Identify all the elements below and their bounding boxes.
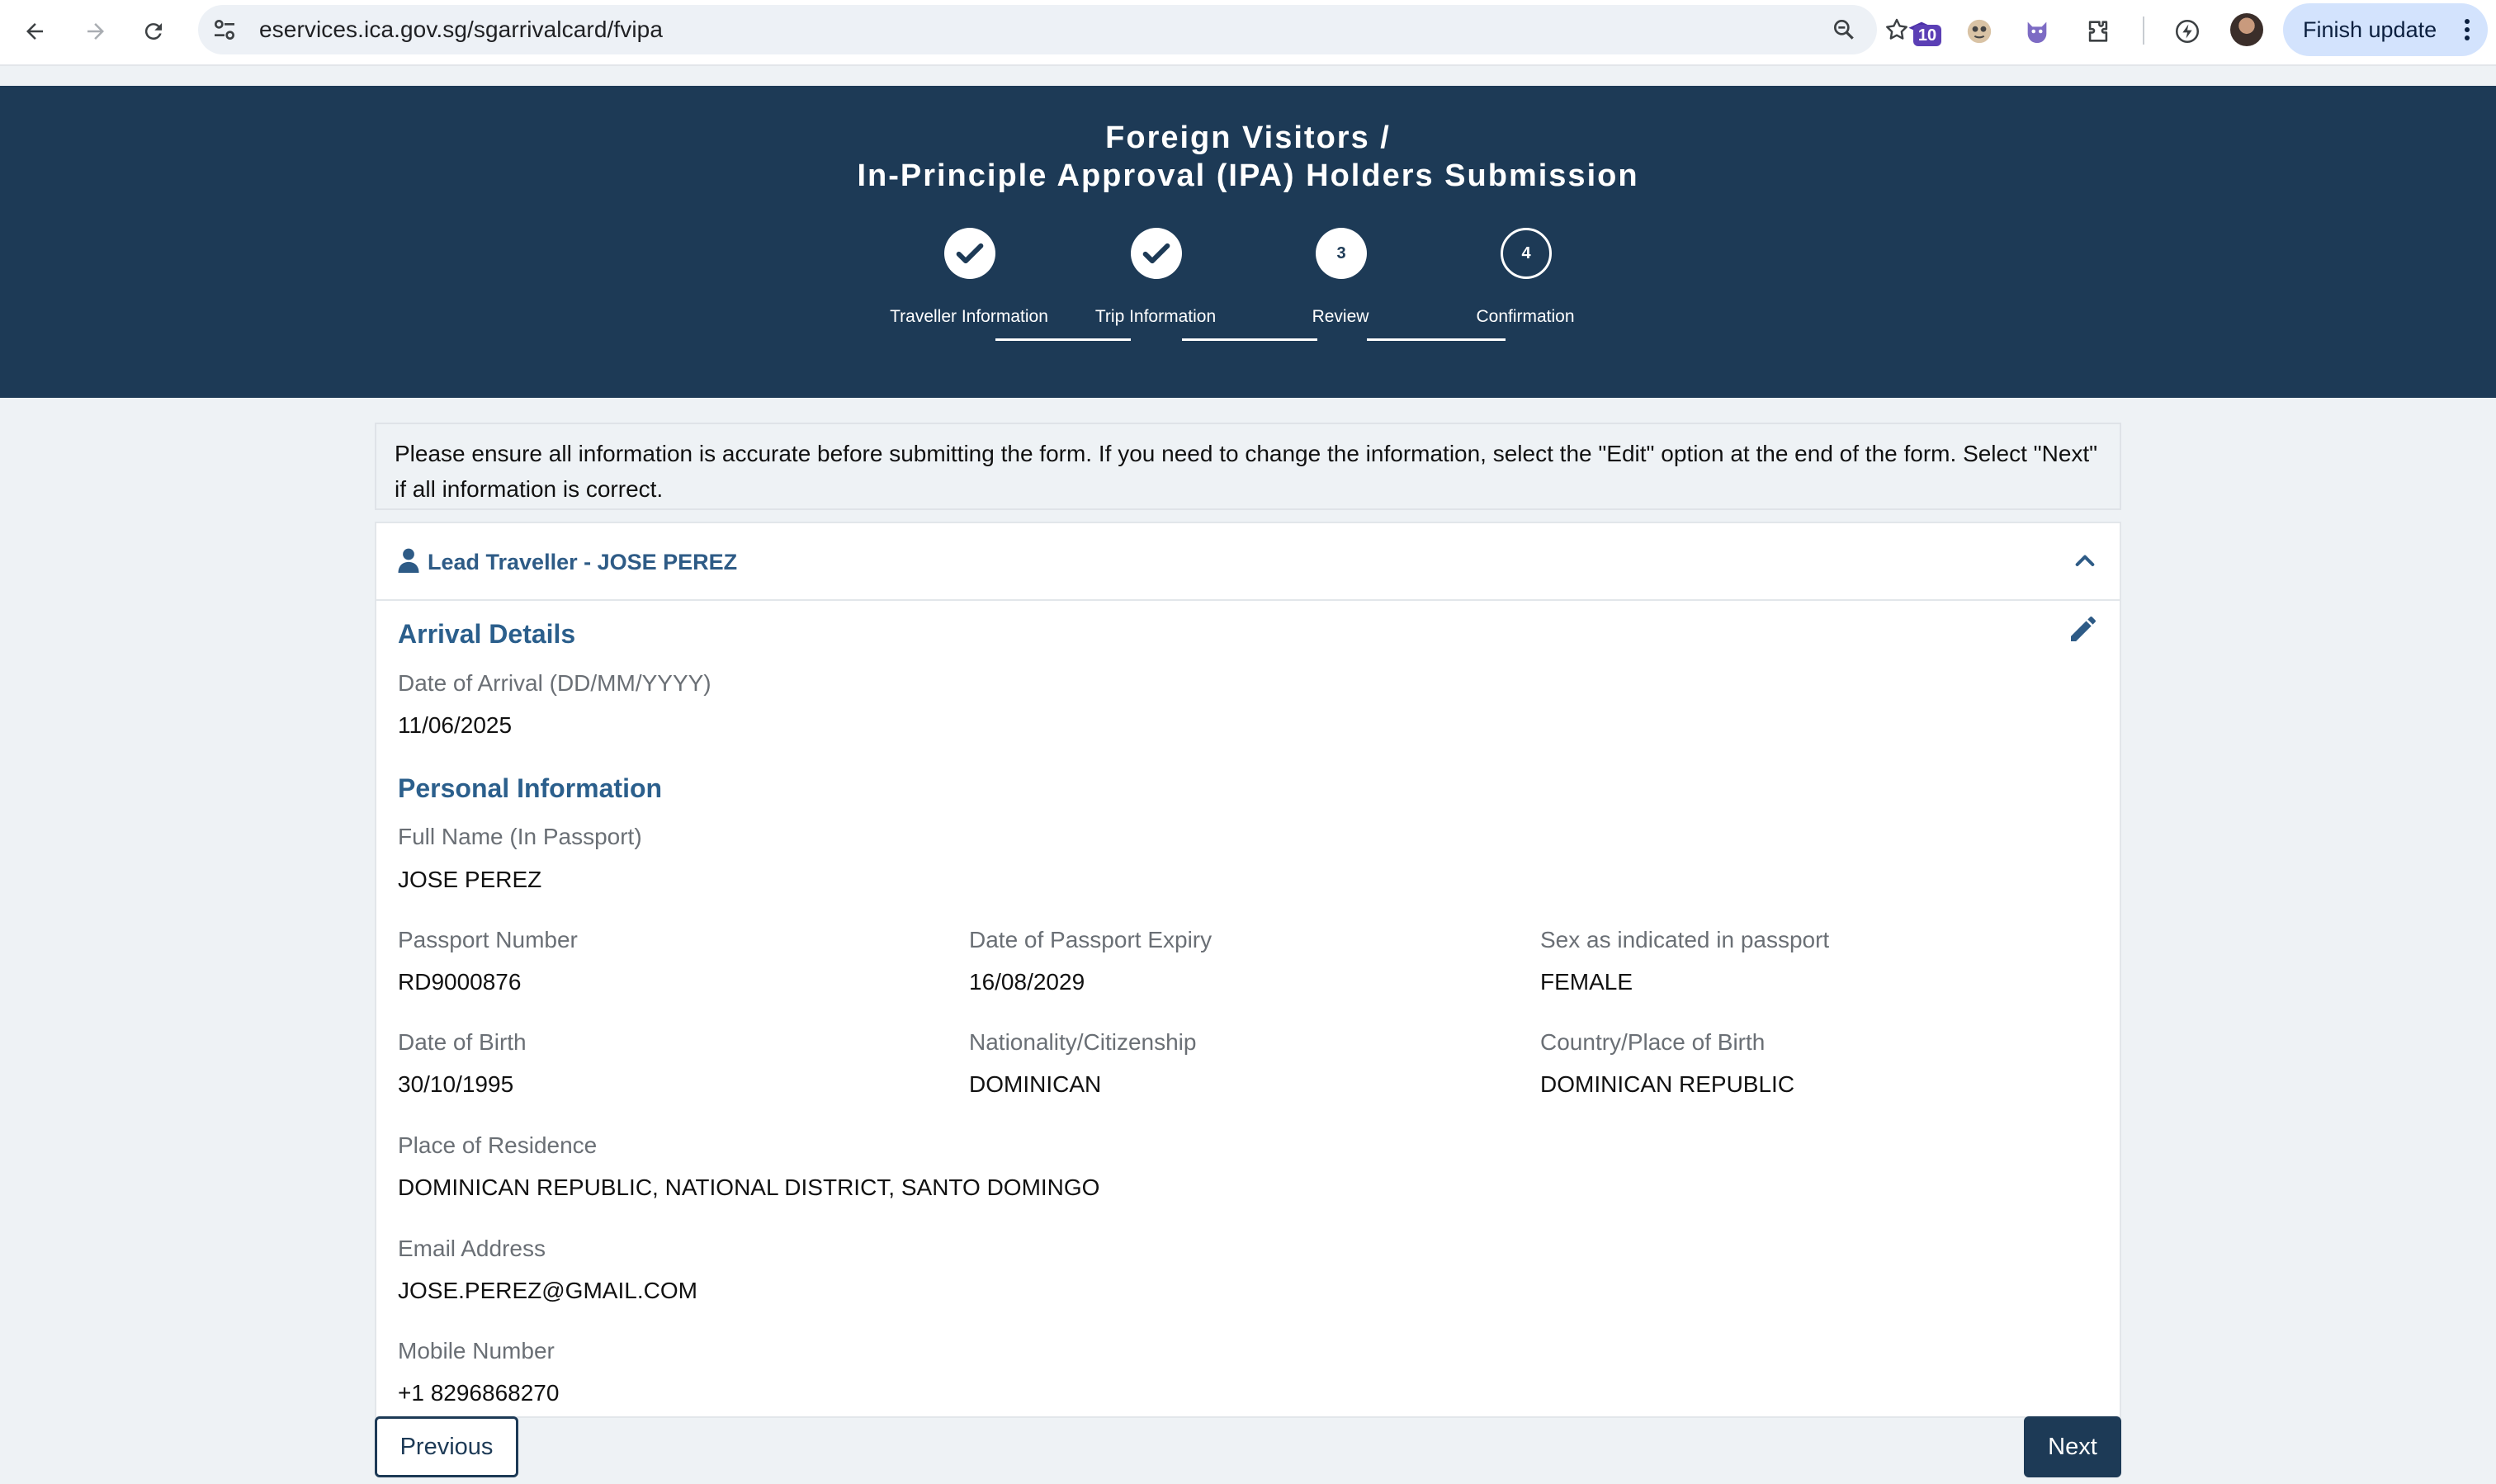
reload-icon (144, 23, 162, 40)
email-value: JOSE.PEREZ@GMAIL.COM (398, 1278, 697, 1303)
birth-place-value: DOMINICAN REPUBLIC (1540, 1071, 1795, 1097)
nationality-label: Nationality/Citizenship (969, 1029, 1197, 1055)
checkmark-icon (956, 243, 984, 264)
residence-label: Place of Residence (398, 1132, 598, 1158)
page-title-line1: Foreign Visitors / (1105, 121, 1391, 155)
finish-update-label: Finish update (2303, 17, 2437, 42)
email-label: Email Address (398, 1236, 546, 1261)
step-4-label: Confirmation (1476, 307, 1575, 326)
full-name-label: Full Name (In Passport) (398, 824, 642, 849)
nationality-value: DOMINICAN (969, 1071, 1102, 1097)
passport-expiry-label: Date of Passport Expiry (969, 927, 1213, 952)
more-vert-icon (2465, 19, 2470, 40)
sex-label: Sex as indicated in passport (1540, 927, 1830, 952)
dob-label: Date of Birth (398, 1029, 527, 1055)
dob-value: 30/10/1995 (398, 1071, 514, 1097)
stepper-connector (1367, 338, 1506, 341)
address-bar[interactable]: eservices.ica.gov.sg/sgarrivalcard/fvipa (198, 5, 1907, 54)
full-name-value: JOSE PEREZ (398, 867, 542, 892)
zoom-icon[interactable] (1831, 17, 1857, 43)
page-title-line2: In-Principle Approval (IPA) Holders Subm… (857, 158, 1639, 193)
stepper-connector (995, 338, 1131, 341)
passport-number-value: RD9000876 (398, 969, 522, 995)
url-text[interactable]: eservices.ica.gov.sg/sgarrivalcard/fvipa (259, 5, 663, 54)
performance-button[interactable] (2169, 13, 2205, 50)
page-header-banner: Foreign Visitors / In-Principle Approval… (0, 86, 2496, 398)
extensions-menu[interactable] (2080, 13, 2116, 50)
forward-arrow-icon (87, 23, 104, 40)
lead-traveller-title: Lead Traveller - JOSE PEREZ (428, 550, 738, 574)
forward-button[interactable] (78, 13, 114, 50)
residence-value: DOMINICAN REPUBLIC, NATIONAL DISTRICT, S… (398, 1174, 1100, 1200)
step-2-label: Trip Information (1094, 307, 1217, 326)
sex-value: FEMALE (1540, 969, 1633, 995)
person-icon (398, 548, 419, 573)
date-of-arrival-label: Date of Arrival (DD/MM/YYYY) (398, 670, 711, 696)
face-extension-icon (1967, 19, 1992, 44)
step-3-label: Review (1312, 307, 1369, 326)
mascot-extension-icon (2027, 21, 2047, 44)
mobile-label: Mobile Number (398, 1338, 555, 1363)
mobile-value: +1 8296868270 (398, 1380, 560, 1406)
step-4-circle: 4 (1501, 228, 1552, 279)
chevron-up-icon[interactable] (2072, 548, 2098, 574)
next-button[interactable]: Next (2024, 1416, 2121, 1477)
profile-avatar[interactable] (2230, 13, 2263, 46)
personal-information-title: Personal Information (398, 773, 663, 803)
extension-face[interactable] (1961, 13, 1997, 50)
finish-update-button[interactable]: Finish update (2283, 3, 2488, 56)
lead-traveller-accordion-header[interactable]: Lead Traveller - JOSE PEREZ (376, 523, 2120, 601)
step-3-circle: 3 (1316, 228, 1367, 279)
reload-button[interactable] (135, 13, 172, 50)
previous-button[interactable]: Previous (375, 1416, 518, 1477)
extension-badge: 10 (1913, 25, 1941, 46)
traveller-review-card: Lead Traveller - JOSE PEREZ Arrival Deta… (375, 522, 2121, 1418)
performance-icon (2175, 19, 2200, 44)
back-button[interactable] (17, 13, 53, 50)
checkmark-icon (1142, 243, 1170, 264)
review-notice: Please ensure all information is accurat… (375, 423, 2121, 510)
birth-place-label: Country/Place of Birth (1540, 1029, 1766, 1055)
back-arrow-icon (26, 23, 43, 40)
step-1-circle (944, 228, 995, 279)
step-1-label: Traveller Information (890, 307, 1048, 326)
edit-pencil-icon[interactable] (2067, 612, 2100, 645)
stepper-connector (1182, 338, 1317, 341)
toolbar-separator (2143, 17, 2144, 45)
browser-toolbar: eservices.ica.gov.sg/sgarrivalcard/fvipa… (0, 0, 2496, 66)
site-settings-icon[interactable] (211, 17, 238, 43)
arrival-details-title: Arrival Details (398, 619, 576, 649)
date-of-arrival-value: 11/06/2025 (398, 712, 513, 738)
passport-number-label: Passport Number (398, 927, 578, 952)
puzzle-piece-icon (2088, 21, 2108, 42)
extension-mascot[interactable] (2019, 13, 2055, 50)
step-2-circle (1131, 228, 1182, 279)
passport-expiry-value: 16/08/2029 (969, 969, 1085, 995)
